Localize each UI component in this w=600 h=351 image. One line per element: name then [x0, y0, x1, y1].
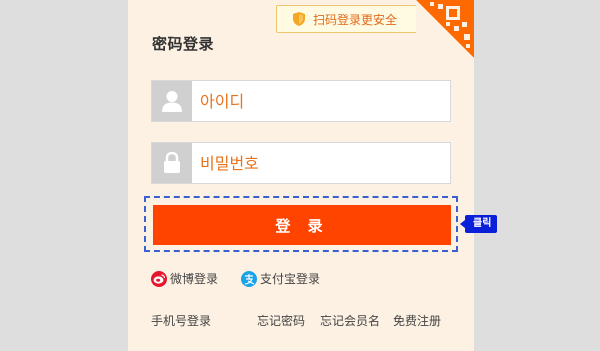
qr-code-icon[interactable] [416, 0, 474, 58]
password-input[interactable] [194, 143, 448, 183]
forgot-password-link[interactable]: 忘记密码 [257, 312, 305, 329]
weibo-icon [151, 270, 167, 287]
scan-login-tip[interactable]: 扫码登录更安全 [276, 5, 417, 33]
forgot-member-link[interactable]: 忘记会员名 [320, 312, 380, 329]
login-button[interactable]: 登 录 [153, 205, 451, 245]
login-panel: 扫码登录更安全 密码登录 아이디 登 录 微博登录 支付宝登录 手机号登录 忘记… [128, 0, 474, 351]
click-annotation-tag: 클릭 [459, 215, 498, 233]
scan-tip-label: 扫码登录更安全 [313, 13, 398, 27]
alipay-login-link[interactable]: 支付宝登录 [241, 270, 320, 287]
alipay-login-label: 支付宝登录 [260, 272, 321, 286]
page-title: 密码登录 [152, 35, 215, 53]
user-icon [152, 81, 192, 121]
phone-login-link[interactable]: 手机号登录 [151, 312, 211, 329]
register-link[interactable]: 免费注册 [393, 312, 441, 329]
shield-icon [293, 12, 305, 26]
weibo-login-link[interactable]: 微博登录 [151, 270, 218, 287]
username-field[interactable] [151, 80, 451, 122]
login-button-highlight: 登 录 [144, 196, 458, 252]
password-field[interactable] [151, 142, 451, 184]
lock-icon [152, 143, 192, 183]
weibo-login-label: 微博登录 [170, 272, 219, 286]
username-input[interactable] [194, 81, 448, 121]
alipay-icon [241, 270, 257, 287]
